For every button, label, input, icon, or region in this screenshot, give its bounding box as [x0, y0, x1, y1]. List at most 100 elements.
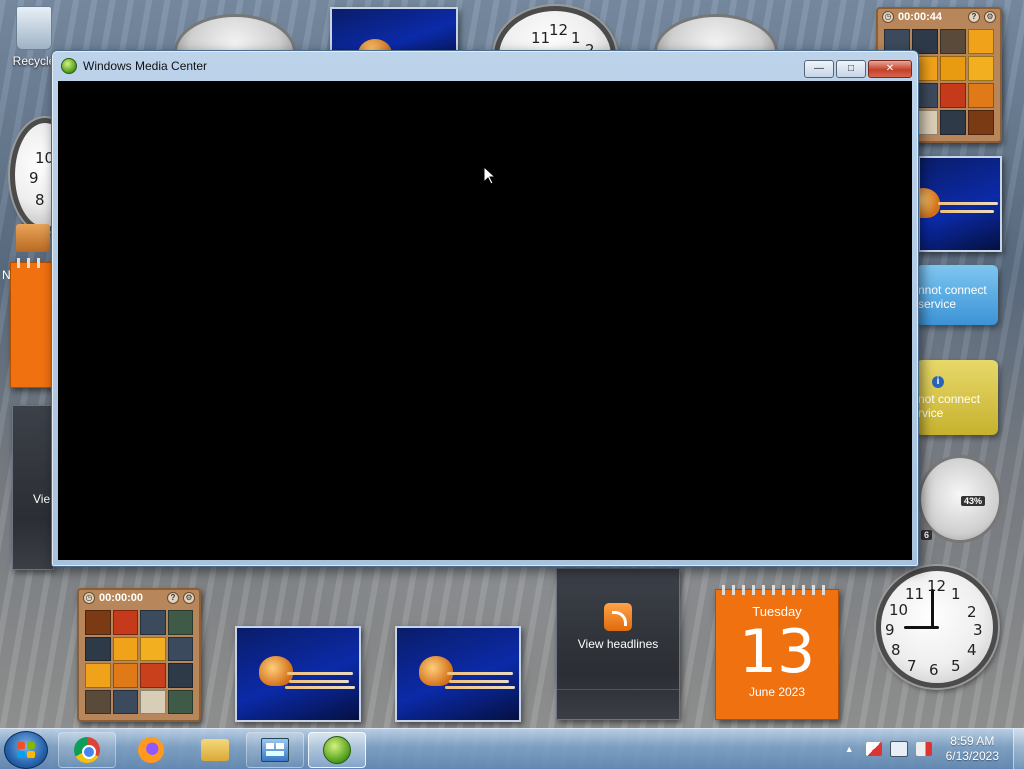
- show-desktop-button[interactable]: [1013, 729, 1024, 769]
- minimize-button[interactable]: —: [804, 60, 834, 78]
- window-title: Windows Media Center: [83, 59, 208, 73]
- puzzle-tile[interactable]: [968, 110, 994, 135]
- taskbar-chrome-button[interactable]: [58, 732, 116, 768]
- clock-number: 1: [571, 29, 581, 47]
- puzzle-tile[interactable]: [85, 663, 111, 688]
- puzzle-tile[interactable]: [112, 689, 138, 714]
- puzzle-tile[interactable]: [968, 29, 994, 54]
- taskbar-firefox-button[interactable]: [122, 732, 180, 768]
- clock-number: 2: [967, 603, 977, 621]
- jellyfish-tentacle: [289, 680, 349, 683]
- control-panel-icon: [261, 738, 289, 762]
- taskbar-media-center-button[interactable]: [308, 732, 366, 768]
- left-partial-letter: N: [2, 268, 11, 282]
- puzzle-tile[interactable]: [140, 610, 166, 635]
- settings-button[interactable]: ⚙: [984, 11, 996, 23]
- puzzle-tile[interactable]: [167, 663, 193, 688]
- meter-partial-label: 6: [921, 530, 933, 540]
- puzzle-tile[interactable]: [167, 610, 193, 635]
- weather-gadget-2[interactable]: i not connect rvice: [916, 360, 998, 435]
- puzzle-timer: 00:00:00: [99, 592, 144, 604]
- rss-icon: [604, 603, 632, 631]
- system-tray: ▲ 8:59 AM 6/13/2023: [845, 729, 1024, 769]
- puzzle-tile[interactable]: [940, 29, 966, 54]
- jellyfish-tentacle: [940, 210, 994, 213]
- weather-gadget-1[interactable]: nnot connect service: [916, 265, 998, 325]
- clock-number: 11: [905, 585, 925, 603]
- clock-number: 1: [951, 585, 961, 603]
- weather-message-line2: service: [918, 297, 957, 311]
- puzzle-tile[interactable]: [940, 83, 966, 108]
- info-icon: i: [932, 376, 944, 388]
- media-center-window[interactable]: Windows Media Center — □ ✕: [51, 50, 919, 567]
- view-headlines-link[interactable]: View headlines: [557, 637, 679, 651]
- puzzle-tile[interactable]: [968, 56, 994, 81]
- puzzle-tile[interactable]: [140, 636, 166, 661]
- slideshow-gadget-1[interactable]: [235, 626, 361, 722]
- jellyfish-tentacle: [449, 680, 509, 683]
- windows-media-center-icon: [323, 736, 351, 764]
- puzzle-tile[interactable]: [112, 636, 138, 661]
- taskbar-control-panel-button[interactable]: [246, 732, 304, 768]
- right-slideshow-gadget[interactable]: [918, 156, 1002, 252]
- network-icon[interactable]: [889, 741, 908, 757]
- window-caption-buttons: — □ ✕: [804, 60, 912, 78]
- action-center-flag-icon[interactable]: [865, 742, 882, 756]
- puzzle-tile[interactable]: [167, 689, 193, 714]
- windows-logo-icon: [17, 742, 35, 758]
- file-explorer-icon: [201, 739, 229, 761]
- show-hidden-icons-button[interactable]: ▲: [845, 744, 854, 754]
- puzzle-tile[interactable]: [112, 663, 138, 688]
- taskbar: ▲ 8:59 AM 6/13/2023: [0, 728, 1024, 769]
- cpu-meter-gadget[interactable]: 43% 6: [918, 455, 1002, 543]
- puzzle-tile[interactable]: [85, 610, 111, 635]
- analog-clock-gadget[interactable]: 12 1 2 3 4 5 6 7 8 9 10 11: [876, 566, 998, 688]
- chrome-icon: [74, 737, 100, 763]
- firefox-icon: [138, 737, 164, 763]
- puzzle-tile[interactable]: [968, 83, 994, 108]
- picture-puzzle-gadget-bottom[interactable]: ◷ 00:00:00 ? ⚙: [77, 588, 201, 722]
- puzzle-tile[interactable]: [112, 610, 138, 635]
- taskbar-time: 8:59 AM: [950, 734, 995, 748]
- clock-number: 12: [927, 577, 947, 595]
- media-center-content-area[interactable]: [58, 81, 912, 560]
- clock-number: 11: [531, 29, 551, 47]
- puzzle-tile[interactable]: [940, 110, 966, 135]
- puzzle-toolbar: ◷ 00:00:44 ? ⚙: [878, 9, 1000, 25]
- start-button[interactable]: [4, 731, 48, 769]
- maximize-button[interactable]: □: [836, 60, 866, 78]
- recycle-bin-icon: [16, 6, 52, 50]
- settings-button[interactable]: ⚙: [183, 592, 195, 604]
- calendar-gadget[interactable]: Tuesday 13 June 2023: [715, 585, 839, 720]
- weather-message-line2: rvice: [918, 406, 944, 420]
- puzzle-tile[interactable]: [940, 56, 966, 81]
- left-calendar-gadget[interactable]: [10, 258, 54, 388]
- taskbar-explorer-button[interactable]: [186, 732, 244, 768]
- help-button[interactable]: ?: [167, 592, 179, 604]
- close-button[interactable]: ✕: [868, 60, 912, 78]
- volume-muted-icon[interactable]: [915, 742, 932, 756]
- clock-number: 9: [29, 169, 39, 187]
- windows-media-center-icon: [61, 58, 77, 74]
- puzzle-tile[interactable]: [85, 689, 111, 714]
- puzzle-tile[interactable]: [140, 663, 166, 688]
- window-titlebar[interactable]: Windows Media Center — □ ✕: [52, 51, 918, 81]
- puzzle-grid[interactable]: [85, 610, 193, 714]
- puzzle-tile[interactable]: [167, 636, 193, 661]
- clock-number: 5: [951, 657, 961, 675]
- puzzle-tile[interactable]: [140, 689, 166, 714]
- clock-number: 10: [889, 601, 909, 619]
- slideshow-gadget-2[interactable]: [395, 626, 521, 722]
- puzzle-tile[interactable]: [85, 636, 111, 661]
- taskbar-clock[interactable]: 8:59 AM 6/13/2023: [946, 734, 999, 764]
- jellyfish-image: [920, 188, 940, 218]
- clock-number: 9: [885, 621, 895, 639]
- left-feed-gadget[interactable]: Vie: [12, 405, 54, 570]
- left-folder-icon: [16, 224, 50, 252]
- feed-divider: [557, 689, 679, 690]
- feed-headlines-gadget[interactable]: View headlines: [556, 568, 680, 720]
- help-button[interactable]: ?: [968, 11, 980, 23]
- clock-number: 4: [967, 641, 977, 659]
- jellyfish-tentacle: [447, 672, 513, 675]
- calendar-day: 13: [738, 617, 816, 687]
